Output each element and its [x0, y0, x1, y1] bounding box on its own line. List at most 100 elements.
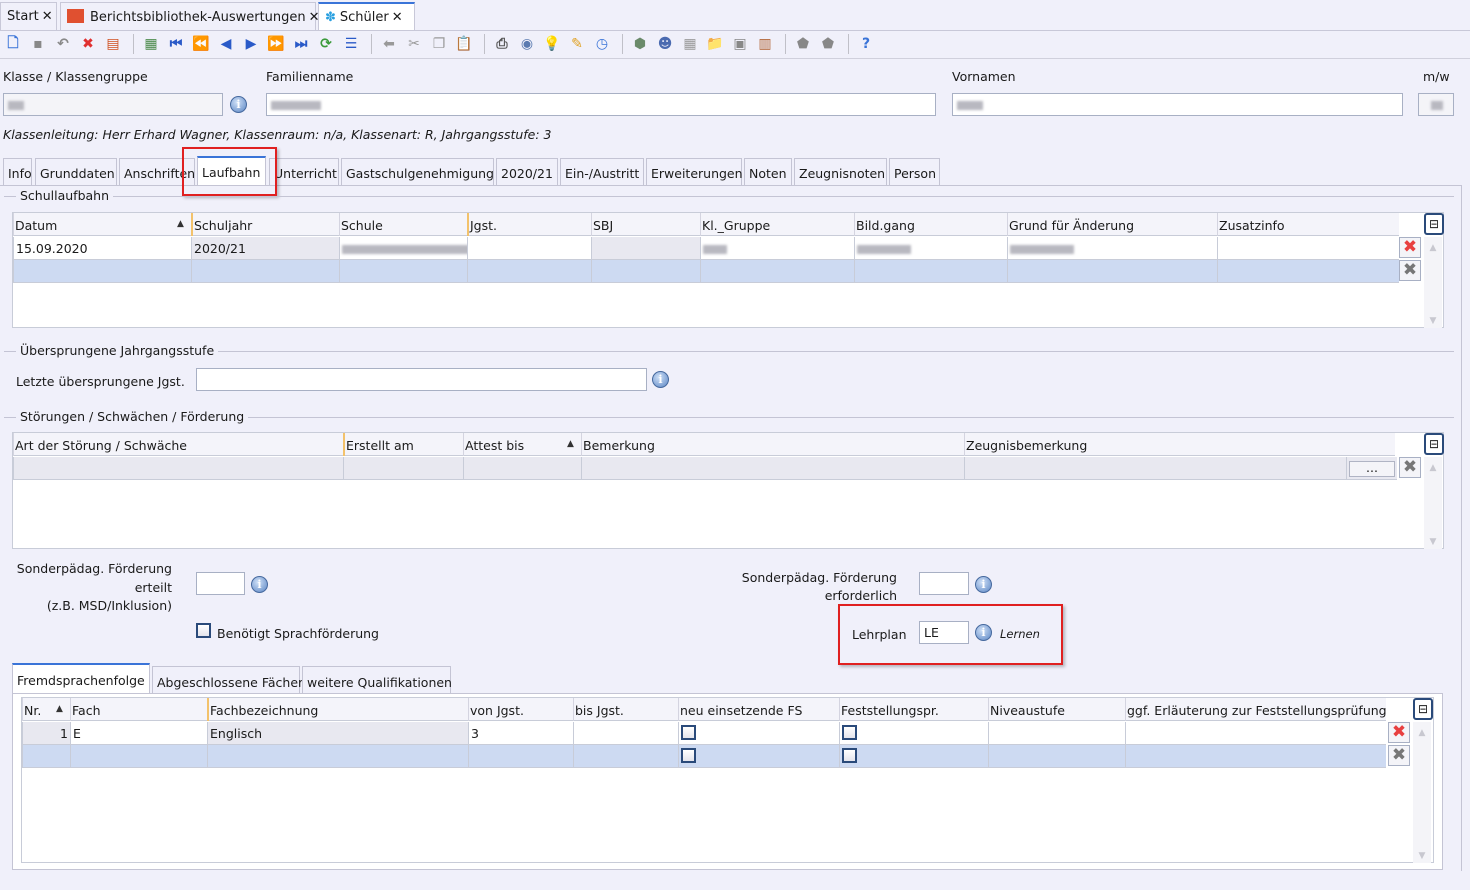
paste-icon[interactable]: 📋 [453, 34, 475, 54]
column-header[interactable]: SBJ [591, 213, 700, 236]
tab-gastschulgenehmigung[interactable]: Gastschulgenehmigung [341, 158, 494, 185]
doc-tab-berichtsbibliothek[interactable]: Berichtsbibliothek-Auswertungen ✕ [60, 2, 320, 30]
foerderung-erteilt-field[interactable] [196, 572, 245, 595]
new-record-icon[interactable]: 🗋 [2, 34, 24, 54]
column-header[interactable]: Erstellt am [343, 433, 463, 456]
close-icon[interactable]: ✕ [392, 10, 403, 25]
column-header[interactable]: Datum [13, 213, 191, 236]
table-cell[interactable] [988, 722, 1125, 744]
help-icon[interactable]: ? [855, 34, 877, 54]
column-chooser-icon[interactable]: ⊟ [1413, 698, 1433, 720]
table-cell[interactable]: 15.09.2020 [13, 237, 191, 259]
table-cell[interactable] [1125, 722, 1386, 744]
filter-remove-icon[interactable]: ⬟ [817, 34, 839, 54]
foerderung-erforderlich-field[interactable] [919, 572, 969, 595]
table-row[interactable]: ... [13, 457, 1397, 480]
table-cell[interactable] [467, 260, 591, 282]
info-icon[interactable]: i [251, 576, 268, 593]
column-header[interactable]: Kl._Gruppe [700, 213, 854, 236]
doc-tab-schueler[interactable]: ✽ Schüler ✕ [318, 2, 415, 30]
tab-ein-austritt[interactable]: Ein-/Austritt [560, 158, 644, 185]
next-record-icon[interactable]: ▶ [240, 34, 262, 54]
subtab-fremdsprachenfolge[interactable]: Fremdsprachenfolge [12, 663, 150, 694]
column-header[interactable]: neu einsetzende FS [678, 698, 839, 721]
grid-disabled-icon[interactable]: ▦ [679, 34, 701, 54]
delete-row-disabled-icon[interactable]: ✖ [1399, 457, 1421, 478]
ellipsis-label[interactable]: ... [1349, 461, 1395, 477]
tab-grunddaten[interactable]: Grunddaten [35, 158, 117, 185]
subtab-abgeschlossene-f-cher[interactable]: Abgeschlossene Fächer [152, 666, 303, 694]
table-row[interactable] [13, 260, 1399, 283]
table-cell[interactable] [343, 457, 463, 479]
sort-ascending-icon[interactable]: ▲ [177, 219, 184, 229]
column-chooser-icon[interactable]: ⊟ [1424, 213, 1444, 235]
column-chooser-icon[interactable]: ⊟ [1424, 433, 1444, 455]
table-cell[interactable] [22, 745, 70, 767]
table-cell[interactable] [591, 237, 700, 259]
klasse-field[interactable] [3, 93, 223, 116]
film-icon[interactable]: ▥ [754, 34, 776, 54]
back-arrow-icon[interactable]: ⬅ [378, 34, 400, 54]
table-cell[interactable]: E [70, 722, 207, 744]
table-cell[interactable] [1007, 260, 1217, 282]
info-icon[interactable]: i [230, 96, 247, 113]
table-cell[interactable] [839, 722, 988, 744]
export-icon[interactable]: ⬢ [629, 34, 651, 54]
table-cell[interactable] [1007, 237, 1217, 259]
table-cell[interactable] [13, 457, 343, 479]
subtab-weitere-qualifikationen[interactable]: weitere Qualifikationen [302, 666, 452, 694]
previous-record-icon[interactable]: ◀ [215, 34, 237, 54]
column-header[interactable]: Zeugnisbemerkung [964, 433, 1346, 456]
table-cell[interactable] [988, 745, 1125, 767]
undo-icon[interactable]: ↶ [52, 34, 74, 54]
delete-row-icon[interactable]: ✖ [1399, 237, 1421, 258]
table-cell[interactable] [854, 260, 1007, 282]
clipboard-table-icon[interactable]: ▦ [140, 34, 162, 54]
column-header[interactable]: Schule [339, 213, 467, 236]
cancel-edit-icon[interactable]: ▤ [102, 34, 124, 54]
checkbox[interactable] [842, 725, 857, 740]
familienname-field[interactable] [266, 93, 936, 116]
sort-ascending-icon[interactable]: ▲ [56, 704, 63, 714]
checkbox[interactable] [842, 748, 857, 763]
sort-ascending-icon[interactable]: ▲ [567, 439, 574, 449]
table-cell[interactable] [339, 260, 467, 282]
table-cell[interactable]: Englisch [207, 722, 468, 744]
column-header[interactable]: ggf. Erläuterung zur Feststellungsprüfun… [1125, 698, 1386, 721]
previous-page-icon[interactable]: ⏪ [190, 34, 212, 54]
save-icon[interactable]: ▪ [27, 34, 49, 54]
cut-icon[interactable]: ✂ [403, 34, 425, 54]
card-icon[interactable]: ▣ [729, 34, 751, 54]
clock-icon[interactable]: ◷ [591, 34, 613, 54]
lehrplan-field[interactable]: LE [919, 621, 969, 644]
table-cell[interactable]: 1 [22, 722, 70, 744]
tab-person[interactable]: Person [889, 158, 940, 185]
letzte-jgst-field[interactable] [196, 368, 647, 391]
copy-icon[interactable]: ❐ [428, 34, 450, 54]
ellipsis-button[interactable]: ... [1346, 457, 1397, 479]
delete-row-disabled-icon[interactable]: ✖ [1399, 260, 1421, 281]
table-cell[interactable] [70, 745, 207, 767]
table-cell[interactable] [854, 237, 1007, 259]
preview-icon[interactable]: ◉ [516, 34, 538, 54]
table-cell[interactable] [1217, 237, 1399, 259]
vertical-scrollbar[interactable]: ▲ ▼ [1424, 457, 1442, 549]
column-header[interactable]: Jgst. [467, 213, 591, 236]
delete-row-icon[interactable]: ✖ [1388, 722, 1410, 743]
table-row[interactable]: 1 E Englisch 3 [22, 722, 1386, 745]
table-cell[interactable] [463, 457, 581, 479]
tab-info[interactable]: Info [3, 158, 32, 185]
vornamen-field[interactable] [952, 93, 1403, 116]
vertical-scrollbar[interactable]: ▲ ▼ [1424, 237, 1442, 328]
tab-2020-21[interactable]: 2020/21 [496, 158, 558, 185]
column-header[interactable]: Fachbezeichnung [207, 698, 468, 721]
table-cell[interactable] [573, 745, 678, 767]
tab-erweiterungen[interactable]: Erweiterungen [646, 158, 743, 185]
vertical-scrollbar[interactable]: ▲ ▼ [1413, 722, 1431, 863]
table-cell[interactable] [191, 260, 339, 282]
delete-row-disabled-icon[interactable]: ✖ [1388, 745, 1410, 766]
table-cell[interactable] [1125, 745, 1386, 767]
column-header[interactable]: Grund für Änderung [1007, 213, 1217, 236]
filter-icon[interactable]: ⬟ [792, 34, 814, 54]
close-icon[interactable]: ✕ [42, 9, 53, 24]
